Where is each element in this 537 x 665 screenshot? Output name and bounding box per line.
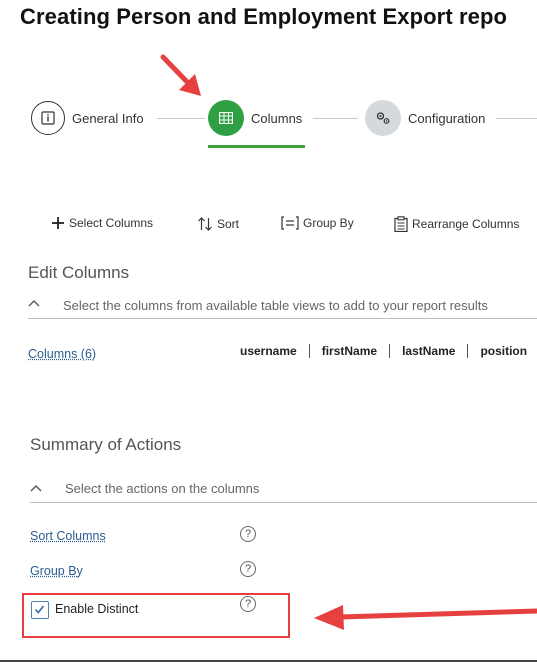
- chevron-up-icon[interactable]: [30, 484, 42, 492]
- help-icon[interactable]: ?: [240, 526, 256, 542]
- edit-columns-title: Edit Columns: [28, 263, 130, 282]
- red-arrow-icon: [314, 605, 537, 630]
- red-arrow-icon: [160, 54, 201, 96]
- sort-columns-link[interactable]: Sort Columns: [30, 529, 106, 543]
- group-by-link[interactable]: Group By: [30, 564, 83, 578]
- enable-distinct-checkbox[interactable]: [31, 601, 49, 619]
- step-general-info[interactable]: General Info: [31, 101, 144, 135]
- help-icon[interactable]: ?: [240, 596, 256, 612]
- active-step-indicator: [208, 145, 305, 148]
- help-icon[interactable]: ?: [240, 561, 256, 577]
- sort-arrows-icon: [198, 217, 212, 231]
- column-name: lastName: [402, 344, 456, 358]
- step-label: General Info: [72, 110, 144, 126]
- summary-hint: Select the actions on the columns: [65, 481, 260, 496]
- chevron-up-icon[interactable]: [28, 299, 40, 307]
- rearrange-columns-button[interactable]: Rearrange Columns: [394, 216, 519, 232]
- column-separator: [467, 344, 469, 358]
- select-columns-label: Select Columns: [69, 216, 154, 230]
- enable-distinct-label: Enable Distinct: [55, 602, 139, 616]
- column-name: firstName: [321, 344, 378, 358]
- column-name: username: [240, 344, 297, 358]
- step-columns[interactable]: Columns: [208, 100, 302, 136]
- select-columns-button[interactable]: Select Columns: [51, 216, 153, 230]
- step-label: Columns: [251, 110, 303, 126]
- step-connector: [157, 118, 205, 119]
- step-label: Configuration: [408, 110, 486, 126]
- edit-columns-hint: Select the columns from available table …: [63, 298, 488, 313]
- plus-icon: [52, 217, 64, 229]
- step-connector: [496, 118, 537, 119]
- column-name: position: [480, 344, 528, 358]
- group-by-icon: [281, 216, 299, 230]
- group-by-button[interactable]: Group By: [281, 216, 354, 230]
- section-divider: [28, 318, 537, 319]
- selected-columns-list: username firstName lastName position: [240, 344, 527, 358]
- column-separator: [308, 344, 310, 358]
- section-divider: [30, 502, 537, 503]
- group-by-label: Group By: [303, 216, 354, 230]
- info-icon: [31, 101, 65, 135]
- clipboard-icon: [394, 216, 408, 232]
- bottom-divider: [0, 660, 537, 662]
- columns-link[interactable]: Columns (6): [28, 347, 96, 361]
- table-grid-icon: [208, 100, 244, 136]
- page-title: Creating Person and Employment Export re…: [20, 4, 508, 29]
- step-connector: [313, 118, 358, 119]
- sort-button[interactable]: Sort: [197, 216, 239, 232]
- gears-icon: [365, 100, 401, 136]
- sort-label: Sort: [217, 217, 240, 231]
- column-separator: [389, 344, 391, 358]
- checkmark-icon: [34, 605, 45, 614]
- step-configuration[interactable]: Configuration: [365, 100, 485, 136]
- summary-title: Summary of Actions: [30, 435, 182, 454]
- rearrange-columns-label: Rearrange Columns: [412, 217, 520, 231]
